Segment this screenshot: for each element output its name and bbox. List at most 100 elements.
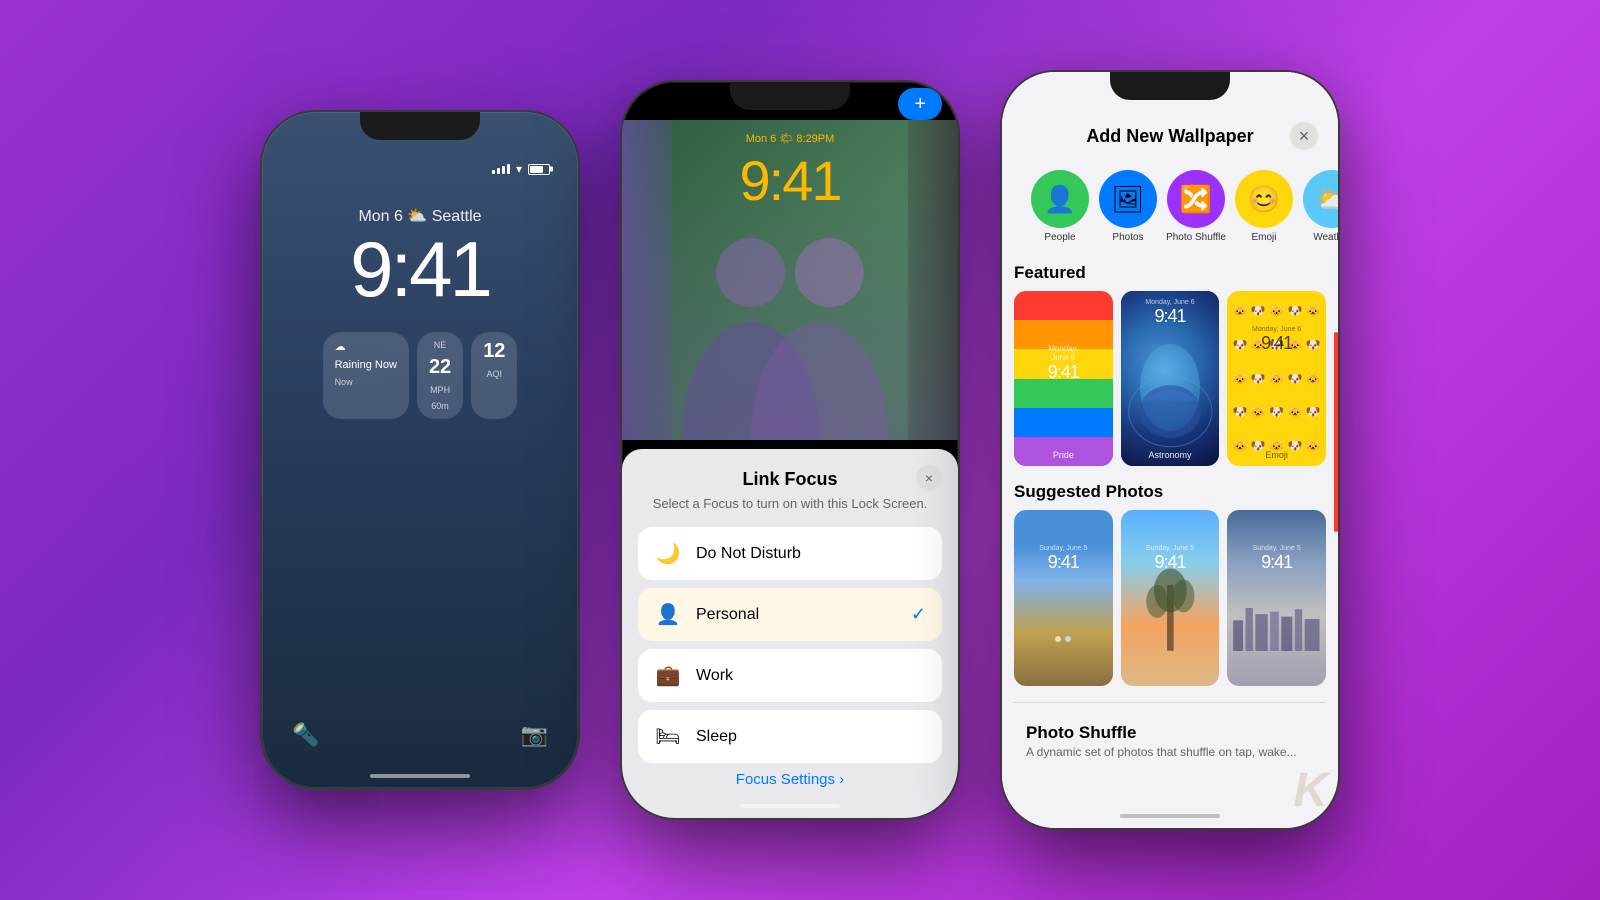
signal-icon — [492, 164, 510, 174]
emoji-emoji-icon: 😊 — [1248, 184, 1280, 215]
featured-section-title: Featured — [1014, 263, 1326, 283]
focus-do-not-disturb[interactable]: 🌙 Do Not Disturb — [638, 527, 942, 580]
photoshuffle-type[interactable]: 🔀 Photo Shuffle — [1166, 170, 1226, 243]
photo-shuffle-description: A dynamic set of photos that shuffle on … — [1026, 745, 1314, 758]
aqi-label: AQI — [487, 369, 503, 379]
watermark: K — [1293, 763, 1328, 818]
phone3-wallpaper-screen: Add New Wallpaper × 👤 People 🖼 — [1000, 70, 1340, 830]
pride-label: Pride — [1053, 450, 1074, 460]
weather-label: Weather — [1313, 232, 1338, 243]
wind-unit: MPH — [430, 385, 450, 395]
home-indicator-2 — [740, 804, 840, 808]
photo-top-bar: PHOTO + — [622, 82, 958, 120]
bed-icon: 🛏 — [654, 724, 682, 749]
photoshuffle-icon-circle: 🔀 — [1167, 170, 1225, 228]
rain-widget: ☁ Raining Now Now — [323, 332, 409, 419]
scroll-indicator — [1334, 332, 1338, 532]
photos-type[interactable]: 🖼 Photos — [1098, 170, 1158, 243]
people-label: People — [1044, 232, 1075, 243]
lock-screen-date: Mon 6 ⛅ Seattle — [282, 206, 558, 226]
people-emoji-icon: 👤 — [1044, 184, 1076, 215]
focus-work[interactable]: 💼 Work — [638, 649, 942, 702]
suggested-photo-3[interactable]: Sunday, June 5 9:41 — [1227, 510, 1326, 685]
emoji-wallpaper[interactable]: 🐱🐶🐱🐶🐱 🐶🐱🐶🐱🐶 🐱🐶🐱🐶🐱 🐶🐱🐶🐱🐶 🐱🐶🐱🐶🐱 Monday, Ju… — [1227, 291, 1326, 466]
home-indicator — [370, 774, 470, 778]
suggested-photo-1[interactable]: Sunday, June 5 9:41 — [1014, 510, 1113, 685]
wind-time: 60m — [431, 401, 449, 411]
people-icon-circle: 👤 — [1031, 170, 1089, 228]
lock-screen-bottom-icons: 🔦 📷 — [262, 722, 578, 748]
sp1-icons — [1055, 636, 1071, 642]
rain-icon: ☁ — [335, 340, 346, 353]
wind-widget: NE 22 MPH 60m — [417, 332, 463, 419]
astronomy-label: Astronomy — [1148, 450, 1191, 460]
wallpaper-scroll-area[interactable]: 👤 People 🖼 Photos 🔀 Phot — [1002, 162, 1338, 758]
photos-emoji-icon: 🖼 — [1111, 184, 1144, 215]
phone1-lock-screen: ▾ Mon 6 ⛅ Seattle 9:41 ☁ Raining Now Now… — [260, 110, 580, 790]
person-icon: 👤 — [654, 602, 682, 627]
suggested-photos-title: Suggested Photos — [1014, 482, 1326, 502]
link-focus-sheet: × Link Focus Select a Focus to turn on w… — [622, 449, 958, 818]
wind-dir-label: NE — [434, 340, 447, 350]
home-indicator-3 — [1120, 814, 1220, 818]
now-label: Now — [335, 377, 353, 387]
photo-people — [622, 184, 958, 440]
phone1-screen-content: ▾ Mon 6 ⛅ Seattle 9:41 ☁ Raining Now Now… — [262, 112, 578, 788]
add-button[interactable]: + — [898, 88, 942, 120]
emoji-label: Emoji — [1251, 232, 1276, 243]
photoshuffle-emoji-icon: 🔀 — [1180, 184, 1212, 215]
moon-icon: 🌙 — [654, 541, 682, 566]
flashlight-icon[interactable]: 🔦 — [292, 722, 319, 748]
astronomy-wallpaper[interactable]: Monday, June 6 9:41 Astronomy — [1121, 291, 1220, 466]
close-button[interactable]: × — [1290, 122, 1318, 150]
section-divider — [1014, 702, 1326, 703]
focus-personal-label: Personal — [696, 606, 897, 624]
wifi-icon: ▾ — [516, 162, 522, 176]
link-focus-title: Link Focus — [638, 469, 942, 490]
photos-icon-circle: 🖼 — [1099, 170, 1157, 228]
battery-icon — [528, 164, 550, 175]
weather-icon-circle: ⛅ — [1303, 170, 1338, 228]
photo-time: 9:41 — [740, 148, 841, 213]
sheet-close-button[interactable]: × — [916, 465, 942, 491]
photo-shuffle-section: Photo Shuffle A dynamic set of photos th… — [1014, 715, 1326, 758]
photo-shuffle-title: Photo Shuffle — [1026, 723, 1314, 743]
weather-type[interactable]: ⛅ Weather — [1302, 170, 1338, 243]
briefcase-icon: 💼 — [654, 663, 682, 688]
photoshuffle-label: Photo Shuffle — [1166, 232, 1226, 243]
photo-date: Mon 6 🌤 8:29PM — [746, 132, 835, 145]
suggested-photo-2[interactable]: Sunday, June 5 9:41 — [1121, 510, 1220, 685]
photo-preview: Mon 6 🌤 8:29PM 9:41 — [622, 120, 958, 440]
pride-wallpaper[interactable]: Monday, June 6 9:41 Pride — [1014, 291, 1113, 466]
focus-do-not-disturb-label: Do Not Disturb — [696, 545, 926, 563]
suggested-photos-grid: Sunday, June 5 9:41 Sunday, June 5 9:41 — [1014, 510, 1326, 685]
wind-speed: 22 — [429, 356, 451, 379]
checkmark-icon: ✓ — [911, 604, 926, 625]
rain-label: Raining Now — [335, 359, 397, 371]
emoji-wall-label: Emoji — [1265, 450, 1288, 460]
photos-label: Photos — [1112, 232, 1143, 243]
wallpaper-type-icons: 👤 People 🖼 Photos 🔀 Phot — [1014, 162, 1326, 251]
focus-settings-link[interactable]: Focus Settings › — [638, 771, 942, 788]
focus-sleep[interactable]: 🛏 Sleep — [638, 710, 942, 763]
focus-sleep-label: Sleep — [696, 728, 926, 746]
aqi-widget: 12 AQI — [471, 332, 517, 419]
camera-icon[interactable]: 📷 — [521, 722, 548, 748]
phone3-inner: Add New Wallpaper × 👤 People 🖼 — [1002, 72, 1338, 828]
wallpaper-title: Add New Wallpaper — [1050, 126, 1290, 147]
emoji-pattern: 🐱🐶🐱🐶🐱 🐶🐱🐶🐱🐶 🐱🐶🐱🐶🐱 🐶🐱🐶🐱🐶 🐱🐶🐱🐶🐱 — [1227, 291, 1326, 466]
wallpaper-header: Add New Wallpaper × — [1002, 72, 1338, 162]
phone2-screen-content: PHOTO + Mon 6 🌤 8:29PM 9:41 × Link — [622, 82, 958, 818]
weather-emoji-icon: ⛅ — [1316, 184, 1338, 215]
status-bar: ▾ — [282, 162, 558, 176]
lock-screen-time: 9:41 — [282, 230, 558, 308]
emoji-type[interactable]: 😊 Emoji — [1234, 170, 1294, 243]
people-type[interactable]: 👤 People — [1030, 170, 1090, 243]
weather-widget-row: ☁ Raining Now Now NE 22 MPH 60m 12 AQI — [282, 332, 558, 419]
photo-header-label: PHOTO — [763, 96, 818, 112]
phone3-screen-content: Add New Wallpaper × 👤 People 🖼 — [1002, 72, 1338, 828]
focus-personal[interactable]: 👤 Personal ✓ — [638, 588, 942, 641]
aqi-value: 12 — [483, 340, 505, 363]
link-focus-subtitle: Select a Focus to turn on with this Lock… — [638, 496, 942, 511]
emoji-icon-circle: 😊 — [1235, 170, 1293, 228]
